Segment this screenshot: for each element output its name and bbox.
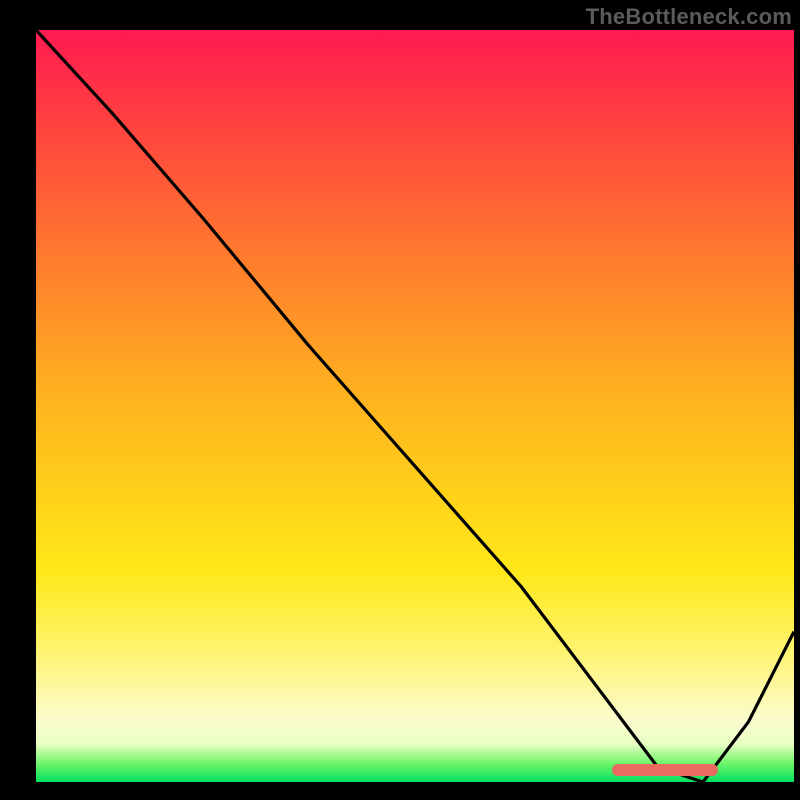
chart-frame: TheBottleneck.com bbox=[0, 0, 800, 800]
watermark-text: TheBottleneck.com bbox=[586, 4, 792, 30]
plot-area bbox=[36, 30, 794, 782]
curve-path bbox=[36, 30, 794, 782]
bottleneck-curve bbox=[36, 30, 794, 782]
optimal-range-marker bbox=[612, 764, 718, 776]
